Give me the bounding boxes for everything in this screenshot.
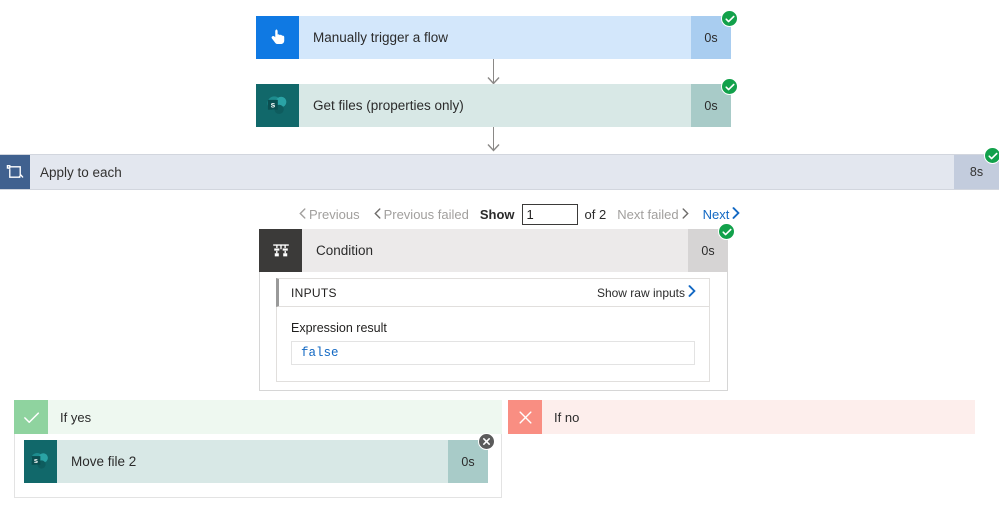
chevron-right-icon	[732, 206, 741, 222]
pager-show-label: Show	[479, 206, 515, 222]
branch-header-no[interactable]: If no	[508, 400, 975, 434]
action-card-get-files[interactable]: s Get files (properties only) 0s	[256, 78, 738, 127]
loop-icon	[0, 155, 30, 189]
chevron-right-icon	[688, 285, 696, 300]
check-icon	[14, 400, 48, 434]
svg-text:s: s	[270, 99, 275, 109]
pager-previous-failed-button[interactable]: Previous failed	[371, 207, 469, 222]
expression-result-value: false	[291, 341, 695, 365]
action-title: Condition	[302, 229, 688, 272]
condition-branch-icon	[259, 229, 302, 272]
action-title: Manually trigger a flow	[299, 16, 691, 59]
pager-show-input[interactable]	[521, 203, 578, 225]
pager-next-button[interactable]: Next	[703, 207, 744, 222]
inputs-panel-body: Expression result false	[276, 307, 710, 382]
pager-previous-button[interactable]: Previous	[296, 207, 360, 222]
expression-result-label: Expression result	[291, 321, 387, 335]
action-card-move-file[interactable]: s Move file 2 0s	[24, 433, 495, 483]
chevron-left-icon	[299, 207, 306, 222]
pager-previous-failed-label: Previous failed	[383, 206, 469, 222]
status-badge-skipped	[478, 433, 495, 450]
connector-arrow-icon	[487, 73, 500, 85]
show-raw-inputs-link[interactable]: Show raw inputs	[597, 285, 699, 300]
action-card-condition[interactable]: Condition 0s	[259, 223, 735, 272]
scope-card-apply-to-each[interactable]: Apply to each 8s	[0, 147, 999, 190]
show-raw-inputs-label: Show raw inputs	[596, 285, 685, 300]
pager-previous-label: Previous	[309, 206, 360, 222]
scope-title: Apply to each	[40, 164, 122, 180]
action-card-trigger[interactable]: Manually trigger a flow 0s	[256, 10, 738, 59]
inputs-label: INPUTS	[291, 285, 337, 300]
svg-text:s: s	[34, 456, 38, 465]
status-badge-succeeded	[984, 147, 999, 164]
sharepoint-icon: s	[256, 84, 299, 127]
pager-next-failed-label: Next failed	[617, 206, 679, 222]
pager-next-failed-button[interactable]: Next failed	[617, 207, 691, 222]
status-badge-succeeded	[721, 78, 738, 95]
action-title: Move file 2	[57, 440, 448, 483]
branch-header-yes[interactable]: If yes	[14, 400, 502, 434]
status-badge-succeeded	[718, 223, 735, 240]
connector-arrow-icon	[487, 140, 500, 152]
pager-next-label: Next	[702, 206, 730, 222]
inputs-panel-header: INPUTS Show raw inputs	[276, 278, 710, 307]
action-title: Get files (properties only)	[299, 84, 691, 127]
branch-label: If no	[542, 400, 975, 434]
pager-of-label: of 2	[584, 206, 607, 222]
hand-tap-icon	[256, 16, 299, 59]
iteration-pager: Previous Previous failed Show of 2 Next …	[296, 202, 743, 226]
chevron-right-icon	[682, 207, 689, 222]
chevron-left-icon	[373, 207, 381, 222]
sharepoint-icon: s	[24, 440, 57, 483]
cross-icon	[508, 400, 542, 434]
inputs-panel: INPUTS Show raw inputs Expression result…	[276, 278, 710, 382]
branch-label: If yes	[48, 400, 502, 434]
status-badge-succeeded	[721, 10, 738, 27]
